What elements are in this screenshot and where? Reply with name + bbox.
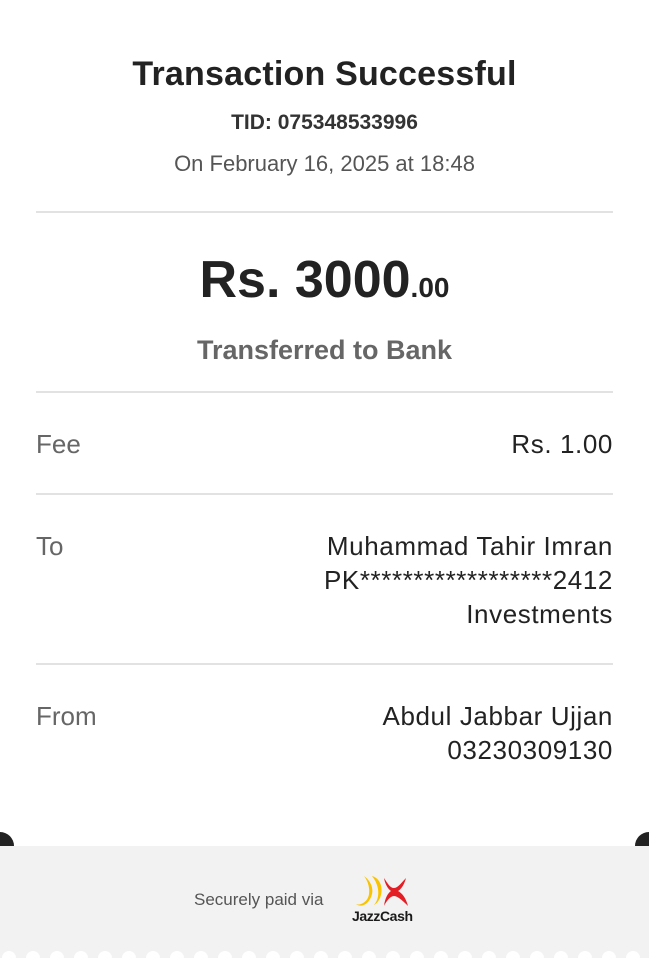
- page-title: Transaction Successful: [132, 55, 517, 93]
- divider: [36, 211, 613, 213]
- to-value: Muhammad Tahir Imran PK*****************…: [324, 529, 613, 631]
- amount-block: Rs. 3000.00 Transferred to Bank: [0, 252, 649, 366]
- fee-label: Fee: [36, 429, 81, 459]
- tid-value: 075348533996: [277, 111, 418, 134]
- scalloped-edge: [2, 951, 640, 958]
- divider: [36, 663, 613, 665]
- from-value: Abdul Jabbar Ujjan 03230309130: [383, 699, 614, 767]
- transaction-datetime: On February 16, 2025 at 18:48: [174, 151, 475, 176]
- transaction-id: TID: 075348533996: [0, 110, 649, 136]
- sender-name: Abdul Jabbar Ujjan: [382, 701, 613, 731]
- amount: Rs. 3000.00: [0, 252, 649, 316]
- tid-label: TID:: [231, 111, 272, 134]
- transfer-type: Transferred to Bank: [196, 335, 453, 365]
- from-label: From: [36, 701, 97, 731]
- recipient-name: Muhammad Tahir Imran: [326, 531, 613, 561]
- recipient-account: PK******************2412: [323, 565, 613, 595]
- transaction-receipt: Transaction Successful TID: 075348533996…: [0, 0, 649, 958]
- receipt-footer: Securely paid via JazzCash: [0, 846, 649, 958]
- to-label: To: [36, 531, 64, 561]
- fee-value: Rs. 1.00: [511, 429, 613, 459]
- amount-decimals: .00: [410, 272, 450, 303]
- receipt-header: Transaction Successful TID: 075348533996…: [0, 52, 649, 178]
- amount-main: Rs. 3000: [199, 251, 411, 309]
- sender-account: 03230309130: [447, 735, 613, 765]
- brand-name: JazzCash: [352, 908, 413, 924]
- divider: [36, 493, 613, 495]
- recipient-bank: Investments: [466, 599, 613, 629]
- secure-text: Securely paid via: [194, 890, 324, 909]
- divider: [36, 391, 613, 393]
